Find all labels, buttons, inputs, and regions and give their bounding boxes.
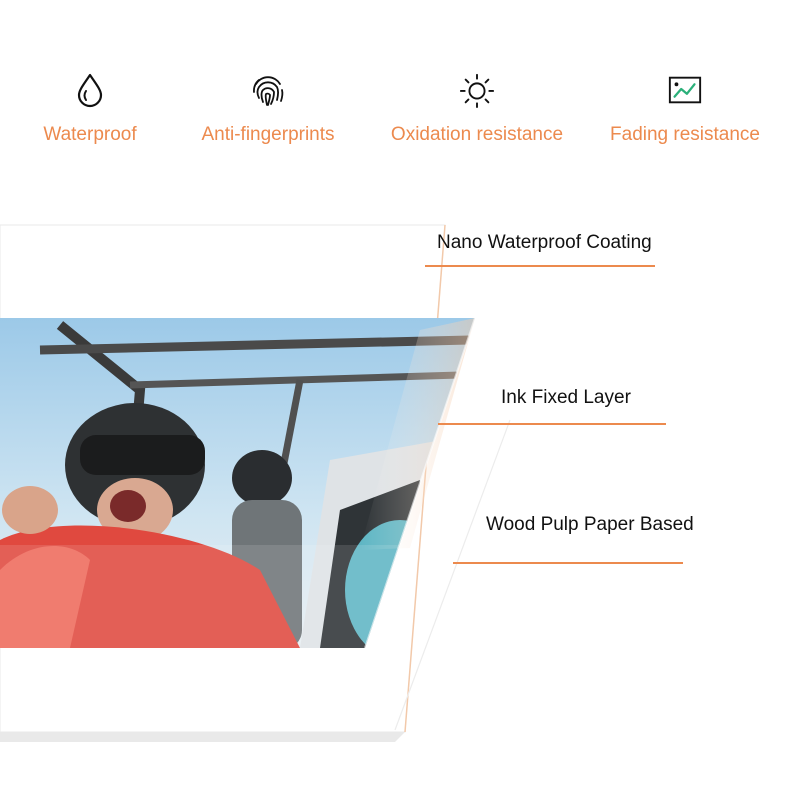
feature-label: Fading resistance <box>610 124 760 145</box>
layer-line-paper <box>453 562 683 564</box>
feature-waterproof: Waterproof <box>40 70 140 146</box>
image-trend-icon <box>667 70 703 110</box>
feature-oxidation-resistance: Oxidation resistance <box>388 70 566 146</box>
paper-shadow <box>0 732 405 742</box>
sun-icon <box>459 70 495 110</box>
feature-fading-resistance: Fading resistance <box>608 70 762 146</box>
layer-label-ink: Ink Fixed Layer <box>501 387 631 408</box>
layer-label-coating: Nano Waterproof Coating <box>437 232 652 253</box>
water-drop-icon <box>72 70 108 110</box>
feature-row: Waterproof Anti-fingerprints Oxidation r… <box>0 0 800 160</box>
coating-shine <box>0 545 400 648</box>
layer-stack-graphic <box>0 224 511 742</box>
layer-line-coating <box>425 265 655 267</box>
feature-anti-fingerprints: Anti-fingerprints <box>195 70 341 146</box>
layer-label-paper: Wood Pulp Paper Based <box>486 514 694 535</box>
feature-label: Waterproof <box>43 124 137 145</box>
layer-diagram: Nano Waterproof Coating Ink Fixed Layer … <box>0 210 800 750</box>
feature-label: Anti-fingerprints <box>201 124 335 145</box>
feature-label: Oxidation resistance <box>390 124 564 145</box>
layer-line-ink <box>438 423 666 425</box>
fingerprint-icon <box>250 70 286 110</box>
